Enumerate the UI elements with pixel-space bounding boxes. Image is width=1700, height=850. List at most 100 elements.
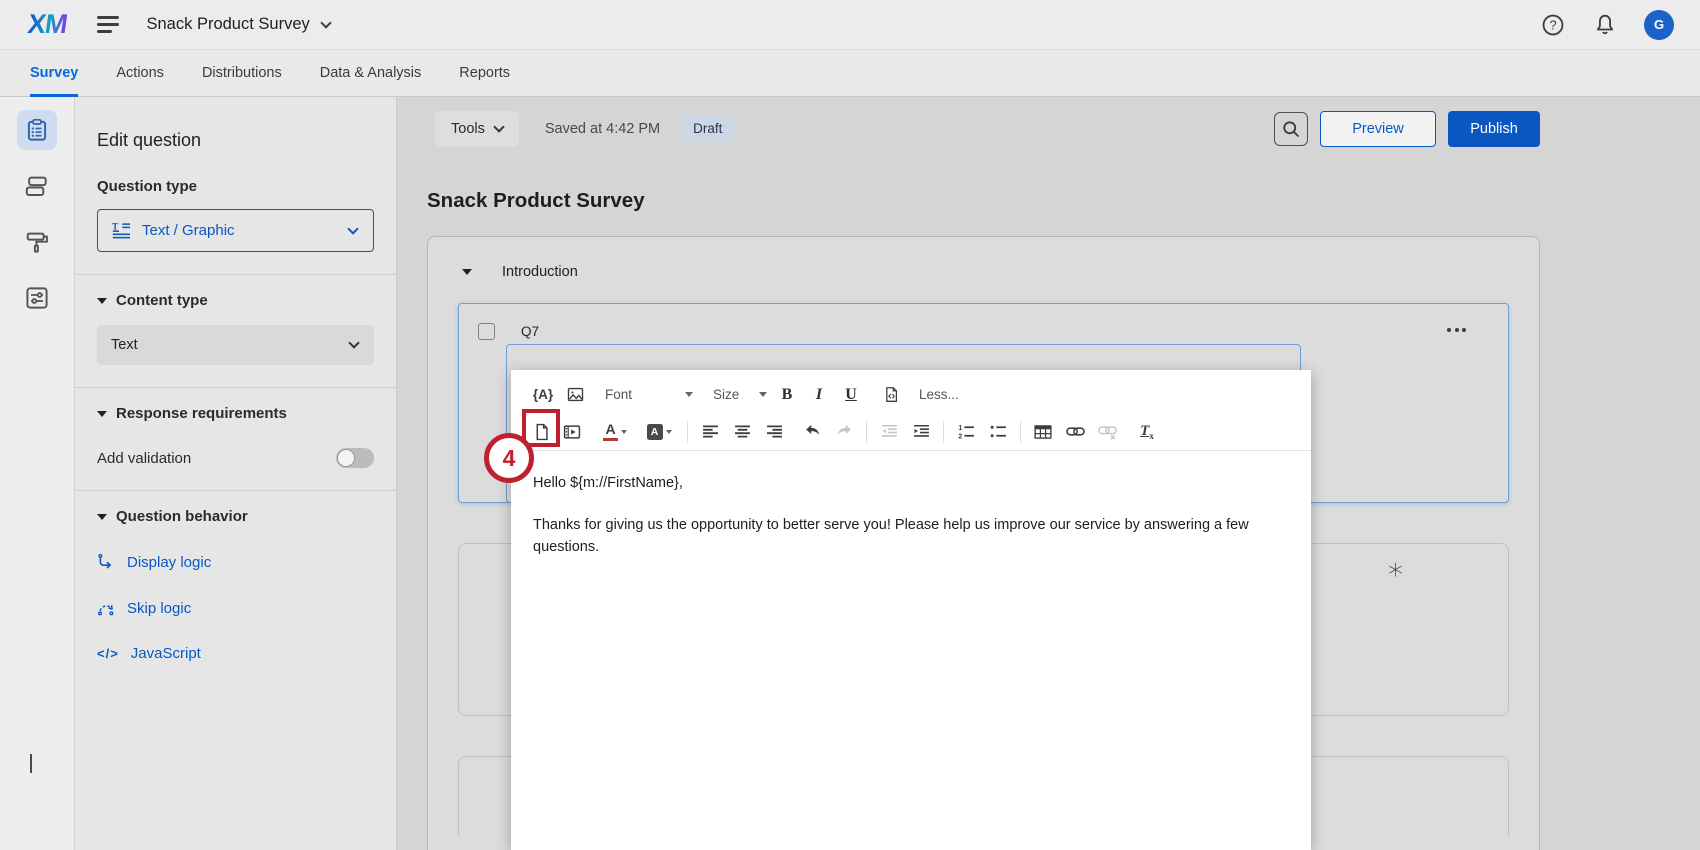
size-dropdown[interactable]: Size	[713, 387, 771, 402]
caret-down-icon	[666, 430, 672, 434]
piped-text-icon: {A}	[533, 387, 553, 402]
tab-distributions[interactable]: Distributions	[202, 50, 282, 96]
question-behavior-header[interactable]: Question behavior	[97, 508, 374, 525]
insert-media-button[interactable]	[557, 417, 587, 447]
toolbar-separator	[1020, 421, 1021, 443]
bullet-list-icon	[990, 423, 1007, 440]
question-checkbox[interactable]	[478, 323, 495, 340]
svg-text:1: 1	[958, 425, 962, 432]
piped-text-button[interactable]: {A}	[527, 380, 559, 410]
paint-roller-icon	[25, 230, 49, 254]
source-button[interactable]	[875, 380, 907, 410]
sidebar-item-survey-options[interactable]	[17, 278, 57, 318]
align-center-icon	[734, 423, 751, 440]
block-collapse-icon[interactable]	[462, 269, 472, 275]
search-button[interactable]	[1274, 112, 1308, 146]
hamburger-menu-icon[interactable]	[97, 16, 121, 33]
rich-text-editor: {A} Font Size	[511, 370, 1311, 850]
builder-icon-rail	[0, 97, 75, 850]
undo-button[interactable]	[796, 417, 828, 447]
editor-toolbar: {A} Font Size	[511, 370, 1311, 451]
response-requirements-header[interactable]: Response requirements	[97, 405, 374, 422]
collapse-triangle-icon	[97, 298, 107, 304]
font-label: Font	[605, 387, 632, 402]
javascript-label: JavaScript	[131, 645, 201, 662]
bullet-list-button[interactable]	[982, 417, 1014, 447]
question-id: Q7	[521, 324, 539, 339]
draft-status-badge: Draft	[682, 115, 733, 142]
preview-button[interactable]: Preview	[1320, 111, 1436, 147]
publish-button[interactable]: Publish	[1448, 111, 1540, 147]
content-type-section-header[interactable]: Content type	[97, 292, 374, 309]
help-button[interactable]: ?	[1540, 12, 1566, 38]
tools-dropdown[interactable]: Tools	[435, 111, 519, 147]
italic-icon: I	[816, 386, 822, 404]
table-icon	[1034, 423, 1052, 441]
toolbar-separator	[943, 421, 944, 443]
question-type-label: Question type	[97, 178, 374, 195]
align-center-button[interactable]	[726, 417, 758, 447]
tab-actions[interactable]: Actions	[116, 50, 164, 96]
chevron-down-icon	[348, 337, 359, 348]
tab-survey[interactable]: Survey	[30, 50, 78, 96]
chevron-down-icon	[320, 17, 331, 28]
notifications-button[interactable]	[1592, 12, 1618, 38]
insert-table-button[interactable]	[1027, 417, 1059, 447]
bold-button[interactable]: B	[771, 380, 803, 410]
greeting-line: Hello ${m://FirstName},	[533, 475, 1285, 491]
chevron-right-icon	[30, 754, 32, 773]
content-type-select[interactable]: Text	[97, 325, 374, 365]
indent-button[interactable]	[905, 417, 937, 447]
tools-label: Tools	[451, 121, 485, 137]
remove-format-button[interactable]: Tx	[1131, 417, 1163, 447]
skip-logic-link[interactable]: Skip logic	[97, 599, 374, 617]
background-color-button[interactable]: A	[637, 417, 681, 447]
survey-canvas: Tools Saved at 4:42 PM Draft Preview Pub…	[397, 97, 1700, 850]
background-color-icon: A	[647, 424, 663, 440]
align-right-button[interactable]	[758, 417, 790, 447]
insert-link-button[interactable]	[1059, 417, 1091, 447]
caret-down-icon	[759, 392, 767, 397]
image-icon	[567, 386, 584, 403]
more-options-button[interactable]	[1447, 328, 1466, 332]
collapse-triangle-icon	[97, 514, 107, 520]
collapse-panel-button[interactable]	[30, 754, 32, 772]
survey-options-icon	[25, 286, 49, 310]
avatar[interactable]: G	[1644, 10, 1674, 40]
display-logic-link[interactable]: Display logic	[97, 553, 374, 571]
survey-builder-icon	[25, 118, 49, 142]
content-type-value: Text	[111, 337, 138, 353]
insert-image-button[interactable]	[559, 380, 591, 410]
top-bar: XM Snack Product Survey ? G	[0, 0, 1700, 50]
underline-button[interactable]: U	[835, 380, 867, 410]
content-type-label: Content type	[116, 292, 208, 309]
editor-content[interactable]: Hello ${m://FirstName}, Thanks for givin…	[511, 451, 1311, 558]
text-color-button[interactable]: A	[593, 417, 637, 447]
tab-data-analysis[interactable]: Data & Analysis	[320, 50, 422, 96]
unlink-button[interactable]	[1091, 417, 1123, 447]
chevron-down-icon	[347, 223, 358, 234]
numbered-list-button[interactable]: 1 2	[950, 417, 982, 447]
sidebar-item-survey-flow[interactable]	[17, 166, 57, 206]
body-paragraph: Thanks for giving us the opportunity to …	[533, 515, 1258, 558]
sidebar-item-survey-builder[interactable]	[17, 110, 57, 150]
link-icon	[1066, 422, 1085, 441]
font-dropdown[interactable]: Font	[605, 387, 697, 402]
insert-file-button[interactable]	[527, 417, 557, 447]
less-options-button[interactable]: Less...	[919, 387, 959, 402]
outdent-button[interactable]	[873, 417, 905, 447]
survey-title-dropdown[interactable]: Snack Product Survey	[147, 15, 330, 34]
align-left-button[interactable]	[694, 417, 726, 447]
skip-logic-label: Skip logic	[127, 600, 191, 617]
insert-media-icon	[563, 423, 581, 441]
add-validation-toggle[interactable]	[336, 448, 374, 468]
redo-button[interactable]	[828, 417, 860, 447]
question-type-dropdown[interactable]: T Text / Graphic	[97, 209, 374, 252]
bell-icon	[1593, 13, 1617, 37]
javascript-link[interactable]: </> JavaScript	[97, 645, 374, 662]
italic-button[interactable]: I	[803, 380, 835, 410]
block-title: Introduction	[502, 264, 578, 280]
sidebar-item-look-and-feel[interactable]	[17, 222, 57, 262]
tab-reports[interactable]: Reports	[459, 50, 510, 96]
toolbar-separator	[687, 421, 688, 443]
